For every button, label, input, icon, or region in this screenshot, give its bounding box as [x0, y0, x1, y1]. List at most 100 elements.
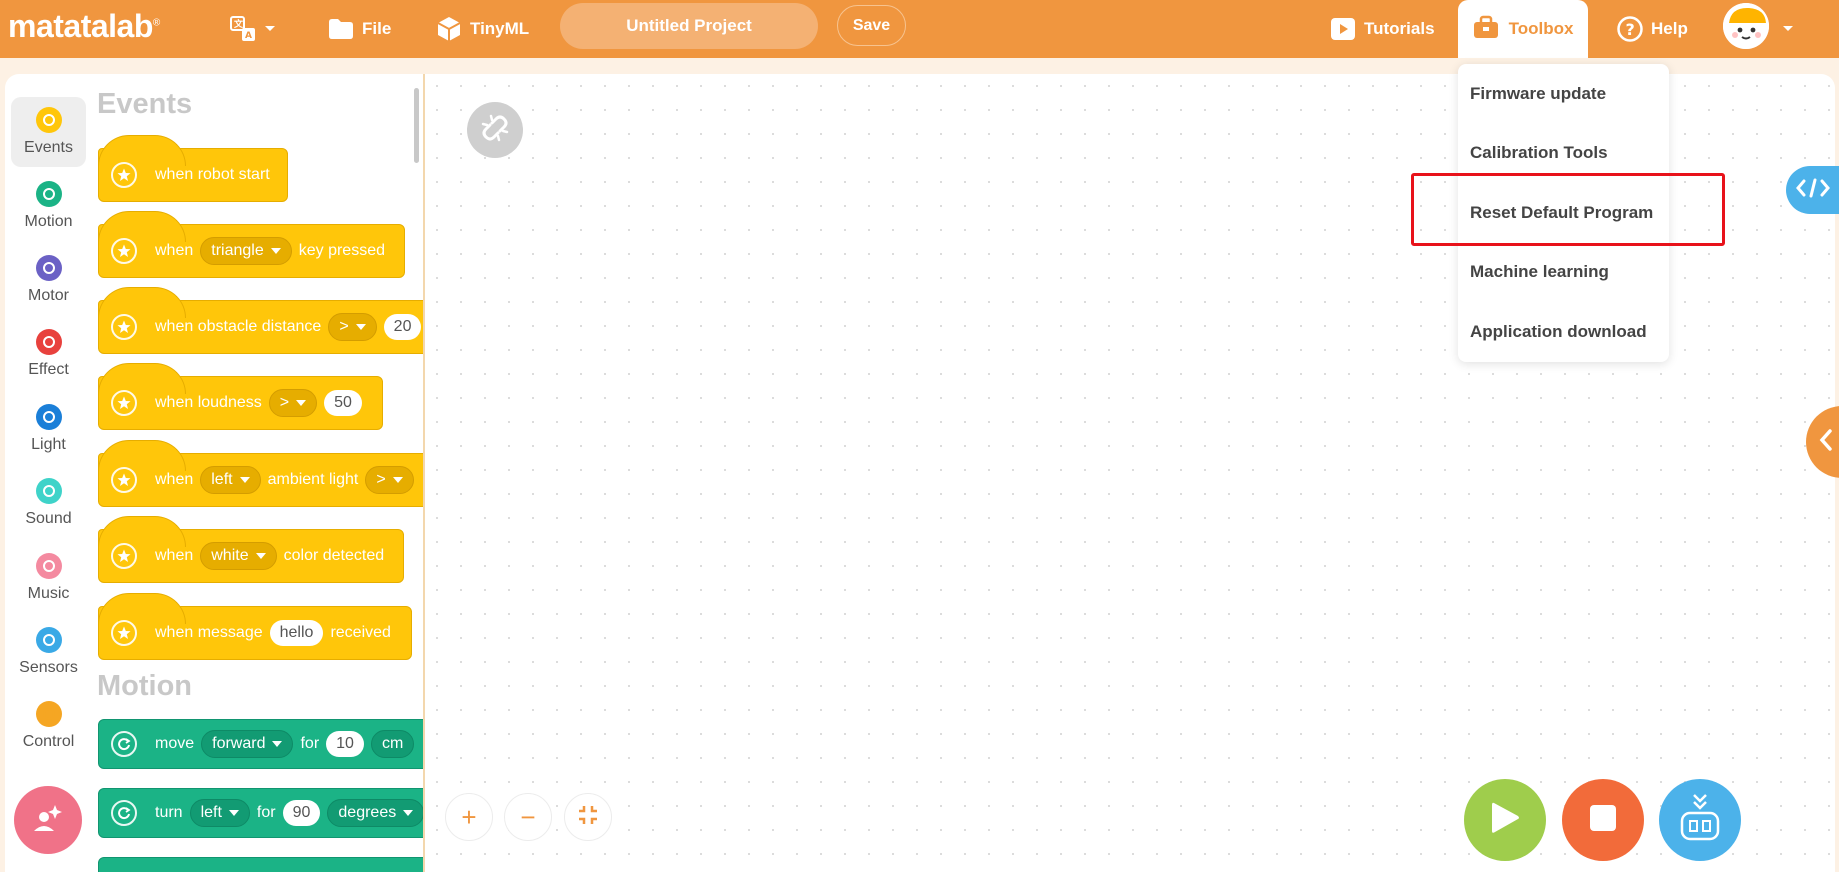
help-icon: ?	[1617, 16, 1643, 42]
star-icon	[111, 238, 137, 264]
turn-direction-dropdown[interactable]: left	[189, 799, 250, 827]
obstacle-value-input[interactable]: 20	[383, 314, 422, 340]
language-switch-button[interactable]: 文A	[230, 12, 276, 46]
chevron-down-icon	[1782, 25, 1794, 33]
motion-icon	[35, 181, 62, 207]
fit-screen-icon	[577, 802, 599, 833]
translate-icon: 文A	[230, 16, 256, 42]
category-light[interactable]: Light	[11, 394, 86, 464]
help-button[interactable]: ? Help	[1617, 12, 1688, 46]
upload-to-device-button[interactable]	[1659, 779, 1741, 861]
message-value-input[interactable]: hello	[269, 620, 324, 646]
loudness-value-input[interactable]: 50	[324, 390, 362, 416]
dropdown-arrow-icon	[270, 248, 281, 254]
run-button[interactable]	[1464, 779, 1546, 861]
turn-angle-input[interactable]: 90	[282, 800, 321, 826]
category-motion[interactable]: Motion	[11, 171, 86, 241]
block-when-obstacle-distance[interactable]: when obstacle distance > 20	[98, 287, 423, 354]
play-icon	[1488, 800, 1522, 841]
light-icon	[35, 404, 62, 430]
device-connect-button[interactable]	[467, 102, 523, 158]
block-when-robot-start[interactable]: when robot start	[98, 135, 288, 202]
block-when-ambient-light[interactable]: when left ambient light >	[98, 440, 423, 507]
motion-section-title: Motion	[97, 670, 193, 702]
code-view-toggle[interactable]	[1786, 166, 1839, 214]
key-dropdown[interactable]: triangle	[200, 237, 292, 265]
events-section-title: Events	[97, 88, 193, 120]
user-menu-button[interactable]	[1782, 12, 1794, 46]
user-avatar[interactable]	[1723, 3, 1769, 49]
palette-scrollbar[interactable]	[414, 88, 419, 163]
block-when-loudness[interactable]: when loudness > 50	[98, 363, 383, 430]
tutorials-button[interactable]: Tutorials	[1330, 12, 1435, 46]
dropdown-arrow-icon	[239, 477, 250, 483]
category-sidebar: Events Motion Motor Effect Light Sound M…	[5, 74, 93, 872]
matatalab-logo[interactable]: matatalab®	[8, 8, 160, 45]
block-palette: Events when robot start when triangle ke…	[93, 74, 425, 872]
category-motor[interactable]: Motor	[11, 245, 86, 315]
menu-item-firmware-update[interactable]: Firmware update	[1470, 74, 1606, 114]
file-menu-button[interactable]: File	[328, 12, 391, 46]
light-operator-dropdown[interactable]: >	[365, 466, 414, 494]
obstacle-operator-dropdown[interactable]: >	[328, 313, 377, 341]
events-icon	[35, 107, 62, 133]
effect-icon	[35, 329, 62, 355]
save-button[interactable]: Save	[837, 5, 906, 46]
block-when-color-detected[interactable]: when white color detected	[98, 516, 404, 583]
star-icon	[111, 390, 137, 416]
move-unit-dropdown[interactable]: cm	[370, 730, 415, 758]
menu-item-calibration-tools[interactable]: Calibration Tools	[1470, 133, 1608, 173]
category-events[interactable]: Events	[11, 97, 86, 167]
move-direction-dropdown[interactable]: forward	[201, 730, 294, 758]
color-dropdown[interactable]: white	[200, 542, 277, 570]
motor-icon	[35, 255, 62, 281]
tinyml-button[interactable]: TinyML	[436, 12, 529, 46]
zoom-in-button[interactable]: +	[445, 793, 493, 841]
move-distance-input[interactable]: 10	[326, 731, 364, 757]
menu-item-application-download[interactable]: Application download	[1470, 312, 1647, 352]
turn-unit-dropdown[interactable]: degrees	[327, 799, 423, 827]
toolbox-button[interactable]: Toolbox	[1458, 0, 1588, 58]
category-sound[interactable]: Sound	[11, 468, 86, 538]
star-icon	[111, 620, 137, 646]
block-move-forward[interactable]: move forward for 10 cm	[98, 719, 423, 769]
highlight-box	[1411, 173, 1725, 246]
svg-text:文: 文	[233, 18, 244, 30]
dropdown-arrow-icon	[296, 400, 307, 406]
device-upload-icon	[1678, 793, 1722, 848]
stop-button[interactable]	[1562, 779, 1644, 861]
chevron-down-icon	[264, 25, 276, 33]
control-icon	[35, 701, 62, 727]
motion-icon	[111, 731, 137, 757]
zoom-out-button[interactable]: −	[504, 793, 552, 841]
chevron-left-icon	[1818, 428, 1834, 456]
category-control[interactable]: Control	[11, 691, 86, 761]
block-turn[interactable]: turn left for 90 degrees	[98, 788, 423, 838]
toolbox-icon	[1473, 15, 1499, 44]
music-icon	[35, 553, 62, 579]
menu-item-machine-learning[interactable]: Machine learning	[1470, 252, 1609, 292]
block-when-key-pressed[interactable]: when triangle key pressed	[98, 211, 405, 278]
light-side-dropdown[interactable]: left	[200, 466, 261, 494]
dropdown-arrow-icon	[272, 741, 283, 747]
cube-icon	[436, 16, 462, 42]
star-icon	[111, 162, 137, 188]
star-icon	[111, 543, 137, 569]
top-bar: matatalab® 文A File TinyML Untitled Proje…	[0, 0, 1839, 58]
category-music[interactable]: Music	[11, 543, 86, 613]
block-when-message-received[interactable]: when message hello received	[98, 593, 412, 660]
dropdown-arrow-icon	[228, 810, 239, 816]
block-motion-partial[interactable]	[98, 857, 423, 872]
star-icon	[111, 314, 137, 340]
ai-assistant-button[interactable]	[14, 786, 82, 854]
category-sensors[interactable]: Sensors	[11, 617, 86, 687]
project-name-field[interactable]: Untitled Project	[560, 3, 818, 49]
dropdown-arrow-icon	[392, 477, 403, 483]
zoom-reset-button[interactable]	[564, 793, 612, 841]
loudness-operator-dropdown[interactable]: >	[268, 389, 318, 417]
link-broken-icon	[480, 113, 510, 148]
folder-icon	[328, 18, 354, 40]
category-effect[interactable]: Effect	[11, 319, 86, 389]
svg-text:A: A	[245, 31, 252, 41]
stop-icon	[1588, 803, 1618, 838]
